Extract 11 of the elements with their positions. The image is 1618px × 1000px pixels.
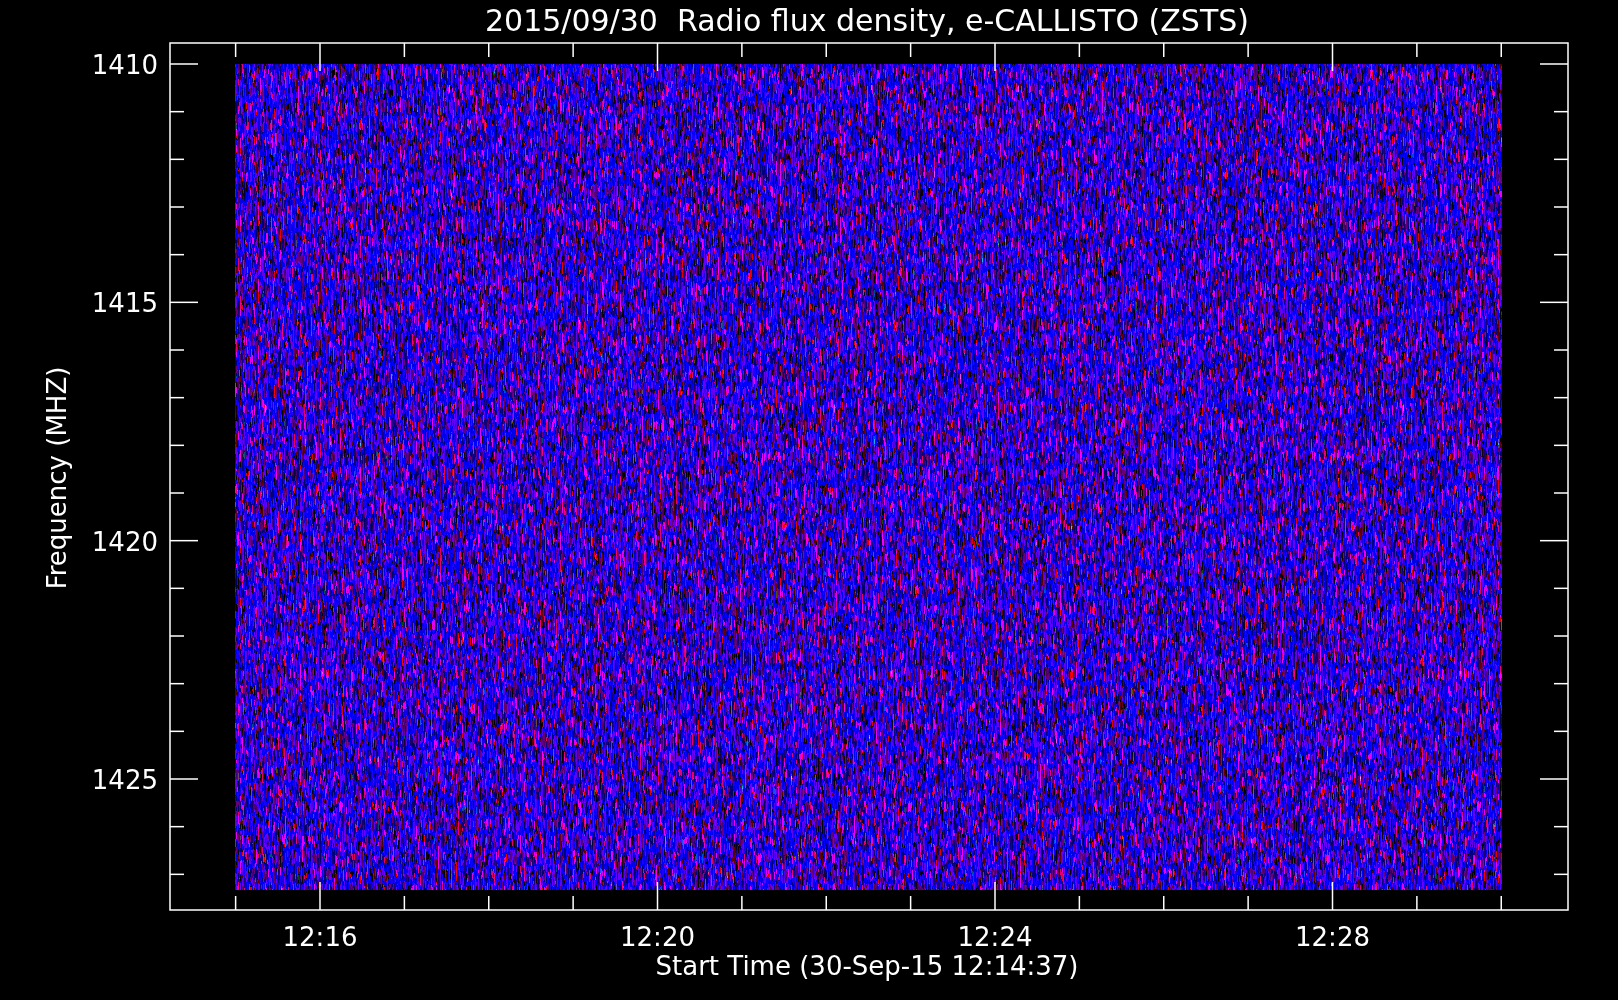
y-tick-label: 1410 [91,50,158,80]
x-axis-label: Start Time (30-Sep-15 12:14:37) [655,951,1079,981]
y-axis-label: Frequency (MHZ) [42,366,72,590]
y-tick-label: 1415 [91,288,158,319]
y-tick-label: 1420 [91,526,158,557]
x-tick-label: 12:16 [282,922,358,952]
x-tick-label: 12:28 [1295,922,1370,952]
x-tick-label: 12:24 [957,922,1033,952]
x-tick-label: 12:20 [620,922,695,952]
y-tick-label: 1425 [91,765,158,795]
chart-title: 2015/09/30 Radio flux density, e-CALLISTO (ZSTS) [485,3,1249,38]
